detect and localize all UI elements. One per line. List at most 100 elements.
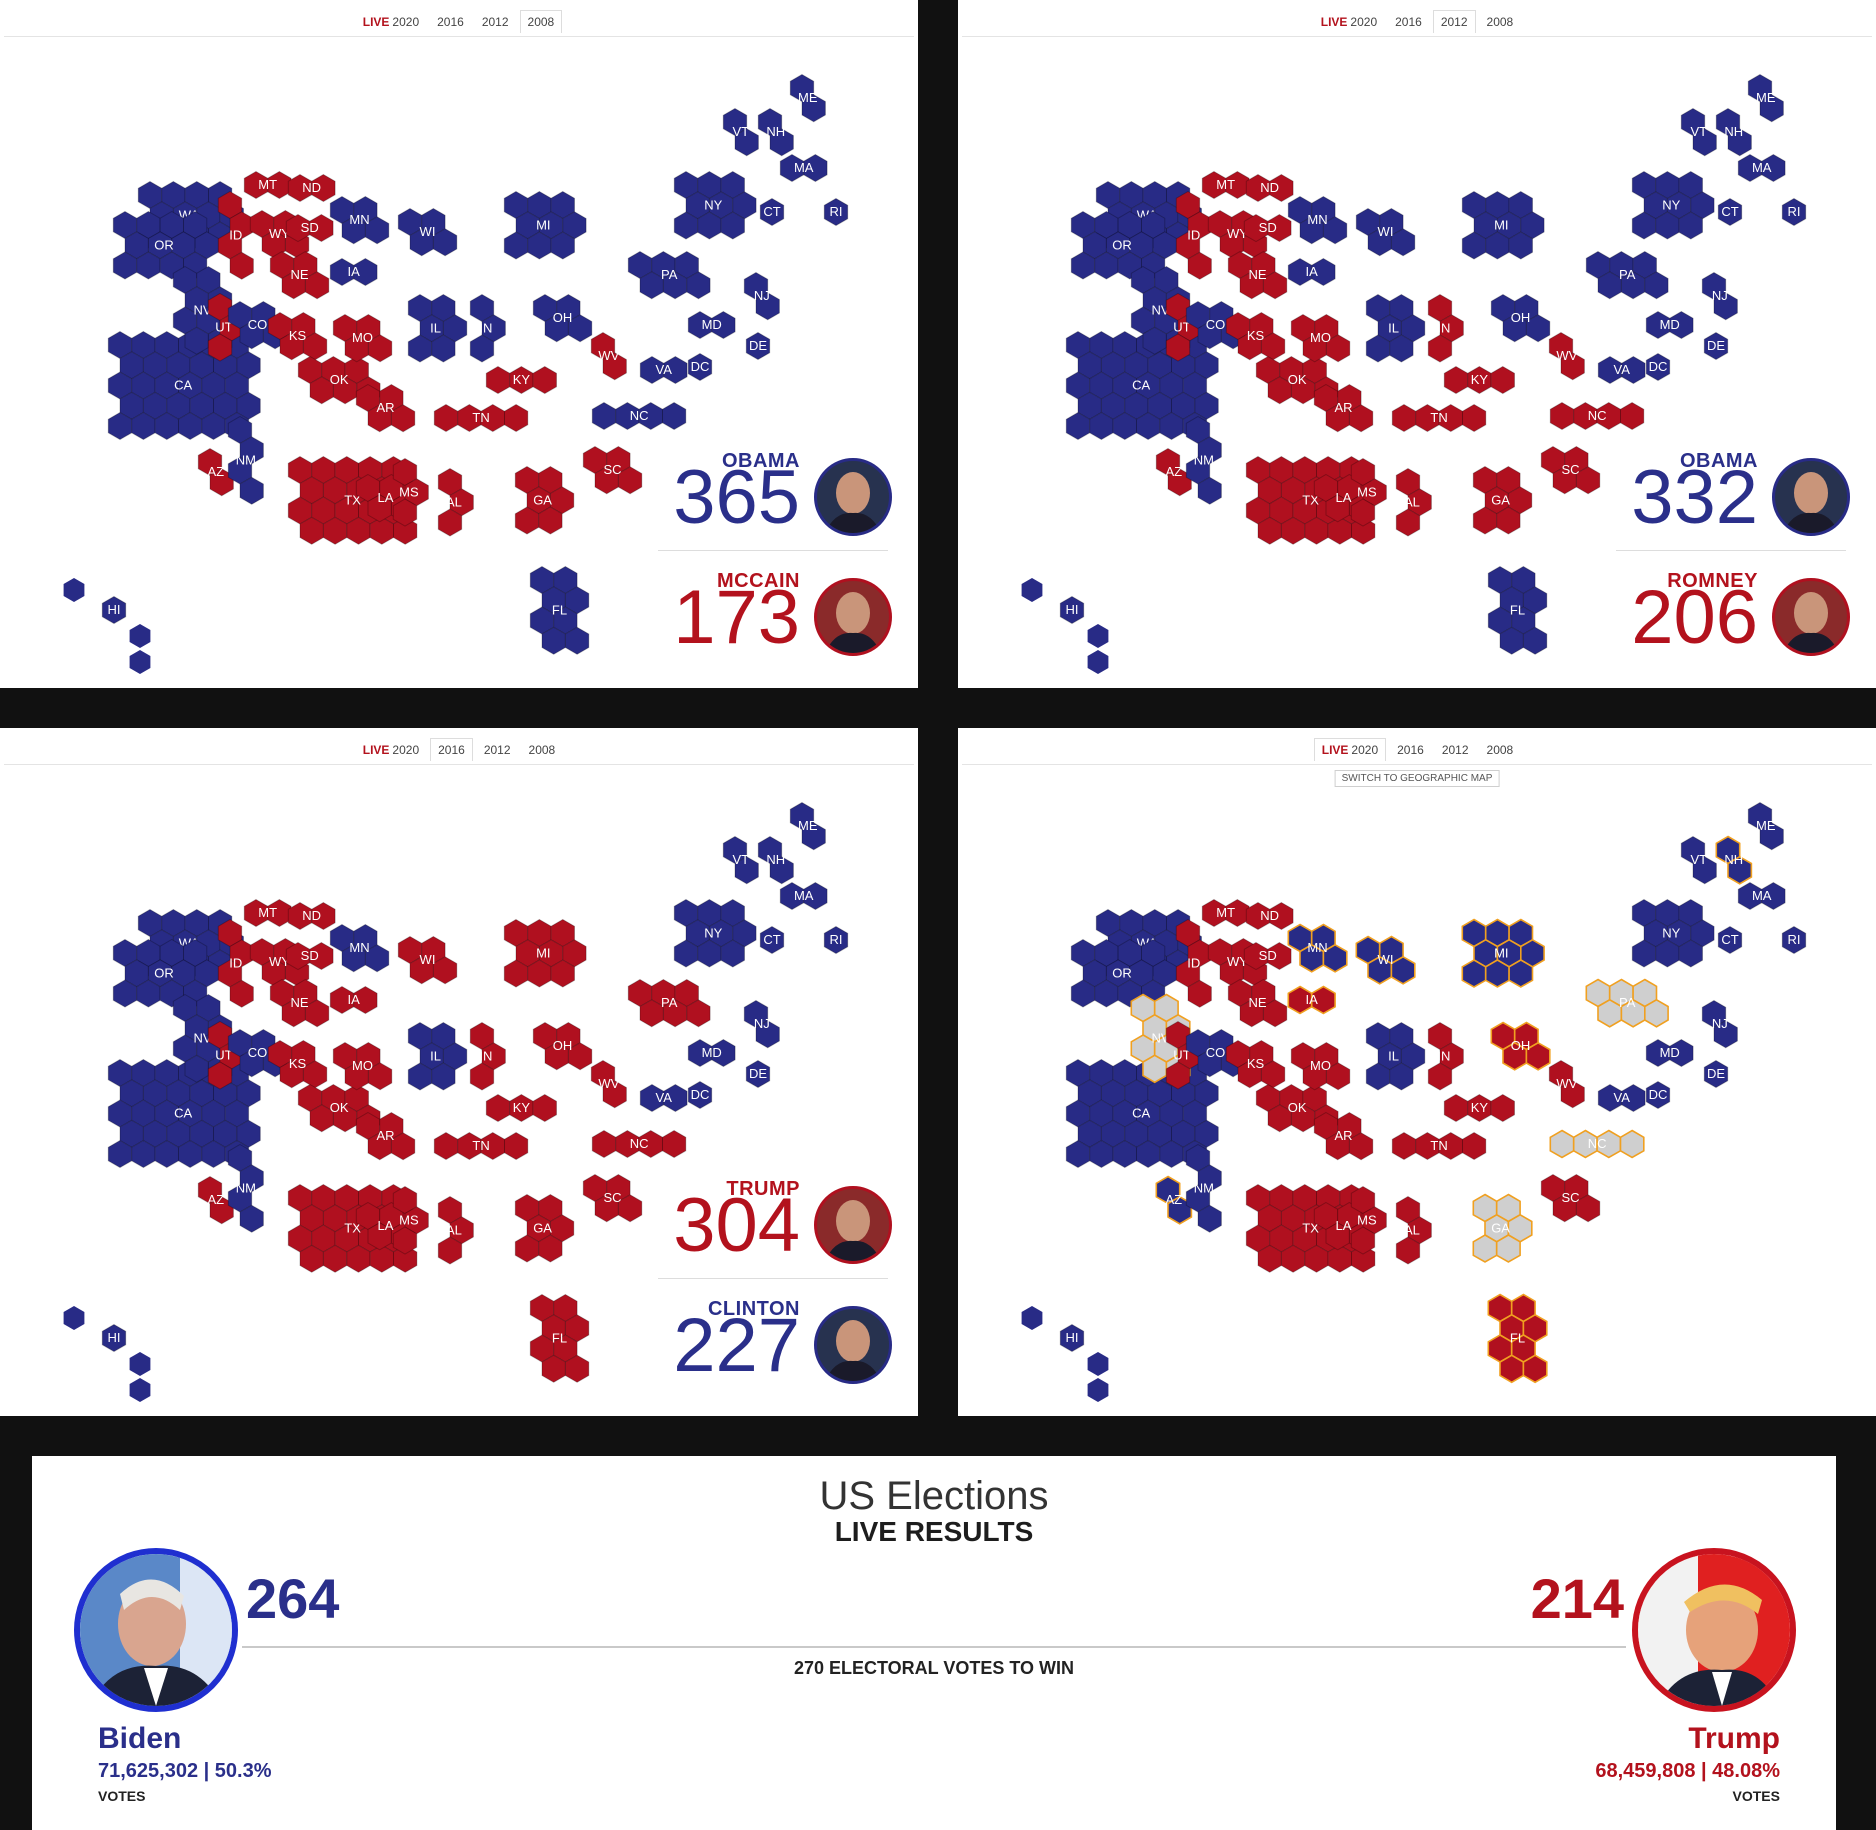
state-me[interactable]: ME bbox=[789, 801, 826, 851]
state-pa[interactable]: PA bbox=[627, 250, 711, 300]
state-sc[interactable]: SC bbox=[1540, 1173, 1601, 1223]
state-ma[interactable]: MA bbox=[779, 881, 828, 911]
state-mn[interactable]: MN bbox=[329, 195, 390, 245]
state-mo[interactable]: MO bbox=[332, 1041, 393, 1091]
state-vt[interactable]: VT bbox=[722, 107, 759, 157]
state-in[interactable]: IN bbox=[1427, 293, 1464, 363]
state-ms[interactable]: MS bbox=[1350, 457, 1387, 527]
state-mt[interactable]: MT bbox=[1201, 898, 1250, 928]
state-ne[interactable]: NE bbox=[1227, 250, 1288, 300]
state-nd[interactable]: ND bbox=[287, 901, 336, 931]
state-wv[interactable]: WV bbox=[1548, 331, 1585, 381]
state-dc[interactable]: DC bbox=[1645, 1080, 1671, 1110]
state-me[interactable]: ME bbox=[1747, 73, 1784, 123]
state-hi[interactable]: HI bbox=[63, 1306, 151, 1402]
state-or[interactable]: OR bbox=[1070, 210, 1177, 280]
state-ri[interactable]: RI bbox=[823, 197, 849, 227]
state-va[interactable]: VA bbox=[639, 355, 688, 385]
state-al[interactable]: AL bbox=[1395, 1195, 1432, 1265]
state-il[interactable]: IL bbox=[407, 293, 468, 363]
state-nm[interactable]: NM bbox=[227, 415, 264, 505]
state-fl[interactable]: FL bbox=[529, 565, 590, 655]
state-al[interactable]: AL bbox=[1395, 467, 1432, 537]
state-mt[interactable]: MT bbox=[1201, 170, 1250, 200]
state-hi[interactable]: HI bbox=[1021, 578, 1109, 674]
state-mi[interactable]: MI bbox=[1461, 918, 1545, 988]
state-oh[interactable]: OH bbox=[1490, 1021, 1551, 1071]
state-fl[interactable]: FL bbox=[1487, 1293, 1548, 1384]
state-md[interactable]: MD bbox=[687, 310, 736, 340]
state-nj[interactable]: NJ bbox=[743, 271, 780, 321]
state-ky[interactable]: KY bbox=[1443, 1093, 1515, 1123]
state-nc[interactable]: NC bbox=[1549, 401, 1645, 431]
state-il[interactable]: IL bbox=[1365, 293, 1426, 363]
state-ne[interactable]: NE bbox=[1227, 978, 1288, 1028]
state-or[interactable]: OR bbox=[1070, 938, 1177, 1008]
state-ms[interactable]: MS bbox=[392, 1185, 429, 1255]
state-md[interactable]: MD bbox=[687, 1038, 736, 1068]
state-vt[interactable]: VT bbox=[722, 835, 759, 885]
state-va[interactable]: VA bbox=[1597, 355, 1646, 385]
state-wv[interactable]: WV bbox=[590, 1059, 627, 1109]
state-nm[interactable]: NM bbox=[1185, 415, 1222, 505]
state-ak[interactable]: AK bbox=[0, 0, 9, 3]
state-sd[interactable]: SD bbox=[1243, 213, 1292, 243]
state-ga[interactable]: GA bbox=[1472, 1193, 1533, 1263]
state-nc[interactable]: NC bbox=[591, 1129, 687, 1159]
state-fl[interactable]: FL bbox=[1487, 565, 1548, 655]
state-ne[interactable]: NE bbox=[269, 250, 330, 300]
state-ct[interactable]: CT bbox=[759, 197, 785, 227]
state-ri[interactable]: RI bbox=[1781, 197, 1807, 227]
state-nc[interactable]: NC bbox=[1549, 1129, 1645, 1159]
state-ar[interactable]: AR bbox=[355, 383, 416, 433]
state-ks[interactable]: KS bbox=[1225, 311, 1286, 361]
state-ny[interactable]: NY bbox=[673, 170, 757, 240]
state-ga[interactable]: GA bbox=[514, 1193, 575, 1263]
state-sd[interactable]: SD bbox=[1243, 941, 1292, 971]
state-pa[interactable]: PA bbox=[1585, 978, 1669, 1028]
state-wi[interactable]: WI bbox=[397, 207, 458, 257]
state-ga[interactable]: GA bbox=[514, 465, 575, 535]
state-ne[interactable]: NE bbox=[269, 978, 330, 1028]
state-oh[interactable]: OH bbox=[532, 1021, 593, 1071]
state-sd[interactable]: SD bbox=[285, 213, 334, 243]
state-tn[interactable]: TN bbox=[1391, 403, 1487, 433]
state-pa[interactable]: PA bbox=[1585, 250, 1669, 300]
state-ky[interactable]: KY bbox=[485, 1093, 557, 1123]
state-nm[interactable]: NM bbox=[227, 1143, 264, 1233]
state-pa[interactable]: PA bbox=[627, 978, 711, 1028]
state-ia[interactable]: IA bbox=[1287, 257, 1336, 287]
state-ny[interactable]: NY bbox=[673, 898, 757, 968]
state-nh[interactable]: NH bbox=[757, 107, 794, 157]
state-de[interactable]: DE bbox=[1703, 1059, 1729, 1089]
state-ia[interactable]: IA bbox=[329, 257, 378, 287]
state-mo[interactable]: MO bbox=[1290, 1041, 1351, 1091]
state-mi[interactable]: MI bbox=[1461, 190, 1545, 260]
state-mn[interactable]: MN bbox=[329, 923, 390, 973]
state-nh[interactable]: NH bbox=[757, 835, 794, 885]
state-id[interactable]: ID bbox=[217, 918, 254, 1008]
state-nd[interactable]: ND bbox=[1245, 901, 1294, 931]
state-ri[interactable]: RI bbox=[1781, 925, 1807, 955]
state-ct[interactable]: CT bbox=[1717, 925, 1743, 955]
state-mn[interactable]: MN bbox=[1287, 923, 1348, 973]
state-ny[interactable]: NY bbox=[1631, 898, 1715, 968]
state-mt[interactable]: MT bbox=[243, 170, 292, 200]
state-ma[interactable]: MA bbox=[779, 153, 828, 183]
state-tn[interactable]: TN bbox=[433, 1131, 529, 1161]
state-nd[interactable]: ND bbox=[1245, 173, 1294, 203]
state-ma[interactable]: MA bbox=[1737, 153, 1786, 183]
state-me[interactable]: ME bbox=[1747, 801, 1784, 851]
state-nj[interactable]: NJ bbox=[743, 999, 780, 1049]
state-id[interactable]: ID bbox=[217, 190, 254, 280]
state-ar[interactable]: AR bbox=[1313, 383, 1374, 433]
state-ks[interactable]: KS bbox=[267, 1039, 328, 1089]
state-dc[interactable]: DC bbox=[687, 1080, 713, 1110]
state-vt[interactable]: VT bbox=[1680, 107, 1717, 157]
state-va[interactable]: VA bbox=[639, 1083, 688, 1113]
state-or[interactable]: OR bbox=[112, 210, 219, 280]
state-nj[interactable]: NJ bbox=[1701, 999, 1738, 1049]
state-in[interactable]: IN bbox=[469, 293, 506, 363]
state-oh[interactable]: OH bbox=[532, 293, 593, 343]
state-ky[interactable]: KY bbox=[1443, 365, 1515, 395]
